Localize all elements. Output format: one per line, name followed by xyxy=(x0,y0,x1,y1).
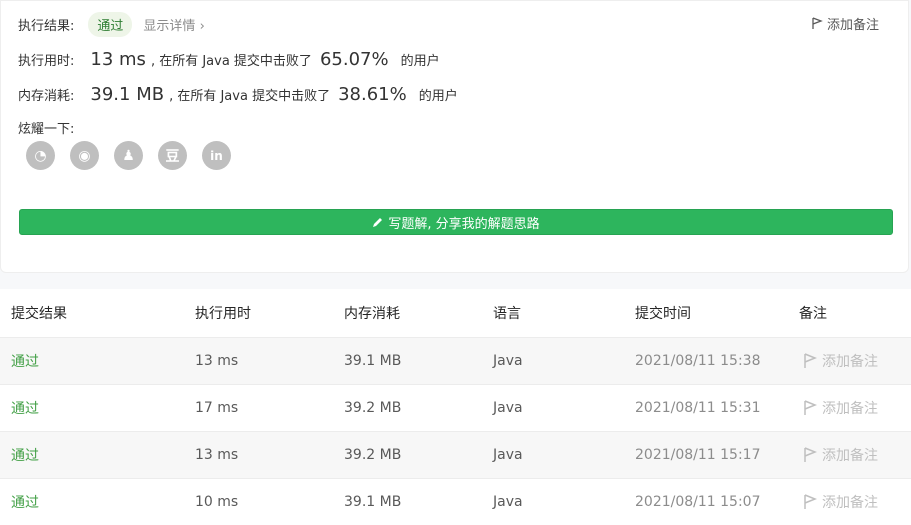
language-cell: Java xyxy=(493,353,523,369)
table-header: 提交结果 执行用时 内存消耗 语言 提交时间 备注 xyxy=(0,289,911,337)
add-note-button[interactable]: 添加备注 xyxy=(803,398,878,418)
status-link[interactable]: 通过 xyxy=(11,398,39,418)
memory-label: 内存消耗: xyxy=(18,89,75,104)
flag-icon xyxy=(804,400,817,415)
runtime-percent: 65.07% xyxy=(319,49,389,70)
memory-cell: 39.2 MB xyxy=(344,447,402,463)
add-note-label: 添加备注 xyxy=(822,495,878,511)
pencil-icon xyxy=(373,218,383,227)
write-solution-button[interactable]: 写题解, 分享我的解题思路 xyxy=(19,209,893,235)
memory-stat: 内存消耗: 39.1 MB , 在所有 Java 提交中击败了 38.61% 的… xyxy=(18,84,458,105)
submit-time-cell: 2021/08/11 15:07 xyxy=(635,494,761,510)
memory-percent: 38.61% xyxy=(338,84,407,105)
douban-icon[interactable]: 豆 xyxy=(158,141,187,170)
table-row: 通过 10 ms 39.1 MB Java 2021/08/11 15:07 添… xyxy=(0,478,911,525)
status-badge: 通过 xyxy=(88,11,133,37)
add-note-button[interactable]: 添加备注 xyxy=(811,14,879,33)
linkedin-icon[interactable]: in xyxy=(202,141,231,170)
flag-icon xyxy=(804,494,817,509)
status-link[interactable]: 通过 xyxy=(11,445,39,465)
add-note-label: 添加备注 xyxy=(822,448,878,464)
language-cell: Java xyxy=(493,400,523,416)
header-submit-time: 提交时间 xyxy=(635,306,691,322)
runtime-label: 执行用时: xyxy=(18,54,75,69)
add-note-label: 添加备注 xyxy=(822,354,878,370)
show-details-label: 显示详情 xyxy=(143,18,196,34)
submissions-table: 提交结果 执行用时 内存消耗 语言 提交时间 备注 通过 13 ms 39.1 … xyxy=(0,289,911,525)
table-row: 通过 13 ms 39.2 MB Java 2021/08/11 15:17 添… xyxy=(0,431,911,478)
submit-time-cell: 2021/08/11 15:38 xyxy=(635,353,761,369)
qq-icon[interactable]: ♟ xyxy=(114,141,143,170)
header-memory: 内存消耗 xyxy=(344,306,400,322)
add-note-label: 添加备注 xyxy=(822,401,878,417)
table-row: 通过 17 ms 39.2 MB Java 2021/08/11 15:31 添… xyxy=(0,384,911,431)
language-cell: Java xyxy=(493,494,523,510)
runtime-cell: 13 ms xyxy=(195,447,239,463)
memory-text: , 在所有 Java 提交中击败了 xyxy=(169,89,331,104)
memory-cell: 39.2 MB xyxy=(344,400,402,416)
memory-cell: 39.1 MB xyxy=(344,353,402,369)
flag-icon xyxy=(804,447,817,462)
memory-value: 39.1 MB xyxy=(90,84,165,105)
status-link[interactable]: 通过 xyxy=(11,351,39,371)
header-runtime: 执行用时 xyxy=(195,306,251,322)
memory-suffix: 的用户 xyxy=(418,89,458,104)
runtime-text: , 在所有 Java 提交中击败了 xyxy=(150,54,312,69)
runtime-cell: 10 ms xyxy=(195,494,239,510)
runtime-stat: 执行用时: 13 ms , 在所有 Java 提交中击败了 65.07% 的用户 xyxy=(18,49,440,70)
flag-icon xyxy=(804,353,817,368)
result-label: 执行结果: xyxy=(18,18,75,34)
runtime-suffix: 的用户 xyxy=(400,54,440,69)
status-link[interactable]: 通过 xyxy=(11,492,39,512)
wechat-icon[interactable]: ◔ xyxy=(26,141,55,170)
add-note-button[interactable]: 添加备注 xyxy=(803,445,878,465)
memory-cell: 39.1 MB xyxy=(344,494,402,510)
result-panel: 执行结果: 通过 显示详情 › 添加备注 执行用时: 13 ms , 在所有 J… xyxy=(0,0,909,273)
header-language: 语言 xyxy=(493,306,521,322)
runtime-cell: 13 ms xyxy=(195,353,239,369)
flag-icon xyxy=(812,17,823,29)
submit-time-cell: 2021/08/11 15:31 xyxy=(635,400,761,416)
add-note-button[interactable]: 添加备注 xyxy=(803,351,878,371)
chevron-right-icon: › xyxy=(199,18,205,34)
add-note-label: 添加备注 xyxy=(826,18,879,33)
share-label: 炫耀一下: xyxy=(18,122,75,137)
weibo-icon[interactable]: ◉ xyxy=(70,141,99,170)
runtime-value: 13 ms xyxy=(90,49,146,70)
write-solution-label: 写题解, 分享我的解题思路 xyxy=(388,216,540,232)
runtime-cell: 17 ms xyxy=(195,400,239,416)
header-note: 备注 xyxy=(799,306,827,322)
table-row: 通过 13 ms 39.1 MB Java 2021/08/11 15:38 添… xyxy=(0,337,911,384)
header-status: 提交结果 xyxy=(11,306,67,322)
result-row: 执行结果: 通过 显示详情 › xyxy=(18,11,205,37)
language-cell: Java xyxy=(493,447,523,463)
show-details-link[interactable]: 显示详情 › xyxy=(143,15,204,34)
submit-time-cell: 2021/08/11 15:17 xyxy=(635,447,761,463)
add-note-button[interactable]: 添加备注 xyxy=(803,492,878,512)
